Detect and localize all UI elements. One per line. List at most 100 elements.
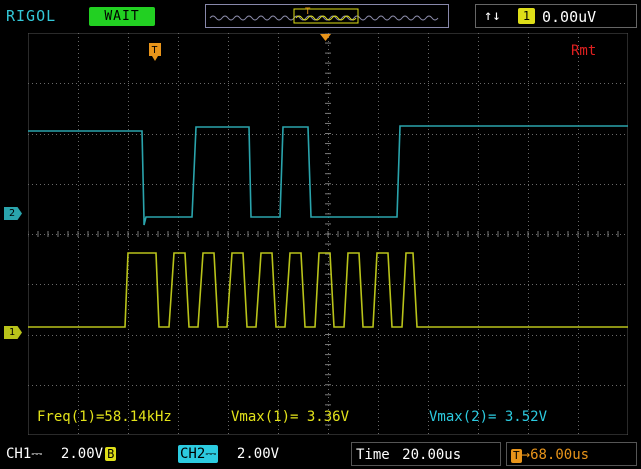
grid-dot — [178, 249, 179, 250]
grid-dot — [278, 45, 279, 46]
grid-dot — [444, 83, 445, 84]
grid-dot — [508, 385, 509, 386]
grid-dot — [472, 284, 473, 285]
grid-dot — [478, 229, 479, 230]
ch2-settings[interactable]: CH2⎓ 2.00V — [178, 442, 338, 466]
waveform-display[interactable]: T Rmt — [27, 32, 629, 439]
grid-dot — [560, 385, 561, 386]
grid-dot — [528, 389, 529, 390]
trigger-offset-settings[interactable]: T →68.00us — [506, 442, 637, 466]
grid-dot — [528, 357, 529, 358]
grid-dot — [478, 129, 479, 130]
grid-dot — [328, 285, 329, 286]
grid-dot — [540, 184, 541, 185]
grid-dot — [340, 385, 341, 386]
trigger-panel[interactable]: ↑↓ 1 0.00uV — [475, 4, 637, 28]
grid-dot — [528, 313, 529, 314]
grid-dot — [128, 273, 129, 274]
grid-dot — [240, 335, 241, 336]
grid-dot — [578, 257, 579, 258]
grid-dot — [192, 134, 193, 135]
grid-dot — [578, 337, 579, 338]
grid-dot — [524, 134, 525, 135]
grid-dot — [578, 357, 579, 358]
grid-dot — [578, 165, 579, 166]
grid-dot — [178, 101, 179, 102]
grid-dot — [104, 284, 105, 285]
ch1-settings[interactable]: CH1⎓ 2.00V B — [6, 442, 164, 466]
grid-dot — [272, 284, 273, 285]
grid-dot — [212, 335, 213, 336]
ch1-offset-marker[interactable]: 1 — [4, 326, 22, 339]
grid-dot — [578, 425, 579, 426]
grid-dot — [578, 161, 579, 162]
grid-dot — [78, 257, 79, 258]
grid-dot — [160, 335, 161, 336]
grid-dot — [228, 257, 229, 258]
grid-dot — [428, 284, 429, 285]
grid-dot — [378, 49, 379, 50]
grid-dot — [124, 284, 125, 285]
grid-dot — [460, 385, 461, 386]
grid-dot — [244, 83, 245, 84]
grid-dot — [332, 335, 333, 336]
grid-dot — [428, 177, 429, 178]
grid-dot — [228, 113, 229, 114]
grid-dot — [284, 385, 285, 386]
grid-dot — [178, 129, 179, 130]
grid-dot — [532, 284, 533, 285]
timebase-settings[interactable]: Time 20.00us — [351, 442, 501, 466]
grid-dot — [228, 73, 229, 74]
grid-dot — [528, 341, 529, 342]
grid-dot — [478, 65, 479, 66]
grid-dot — [596, 234, 597, 235]
grid-dot — [428, 229, 429, 230]
run-status-badge[interactable]: WAIT — [89, 7, 155, 26]
grid-dot — [304, 284, 305, 285]
grid-dot — [416, 284, 417, 285]
grid-dot — [378, 397, 379, 398]
trigger-source-badge: 1 — [518, 8, 535, 24]
grid-dot — [372, 335, 373, 336]
grid-dot — [228, 433, 229, 434]
grid-dot — [328, 97, 329, 98]
grid-dot — [528, 301, 529, 302]
grid-dot — [478, 37, 479, 38]
grid-dot — [516, 184, 517, 185]
grid-dot — [578, 85, 579, 86]
grid-dot — [136, 385, 137, 386]
grid-dot — [578, 145, 579, 146]
grid-dot — [128, 93, 129, 94]
grid-dot — [144, 184, 145, 185]
grid-dot — [548, 184, 549, 185]
grid-dot — [572, 385, 573, 386]
grid-dot — [378, 129, 379, 130]
grid-dot — [492, 335, 493, 336]
grid-dot — [578, 149, 579, 150]
grid-dot — [328, 381, 329, 382]
grid-dot — [178, 109, 179, 110]
grid-dot — [278, 101, 279, 102]
grid-dot — [624, 184, 625, 185]
ch2-offset-marker[interactable]: 2 — [4, 207, 22, 220]
grid-dot — [52, 284, 53, 285]
grid-dot — [78, 333, 79, 334]
grid-dot — [64, 83, 65, 84]
grid-dot — [378, 369, 379, 370]
grid-dot — [278, 381, 279, 382]
grid-dot — [476, 83, 477, 84]
grid-dot — [78, 41, 79, 42]
grid-dot — [328, 205, 329, 206]
grid-dot — [216, 335, 217, 336]
grid-dot — [440, 83, 441, 84]
grid-dot — [478, 273, 479, 274]
grid-dot — [540, 284, 541, 285]
grid-dot — [136, 335, 137, 336]
grid-dot — [468, 184, 469, 185]
grid-dot — [624, 335, 625, 336]
grid-dot — [278, 369, 279, 370]
grid-dot — [380, 134, 381, 135]
grid-dot — [372, 234, 373, 235]
grid-dot — [400, 234, 401, 235]
grid-dot — [144, 234, 145, 235]
